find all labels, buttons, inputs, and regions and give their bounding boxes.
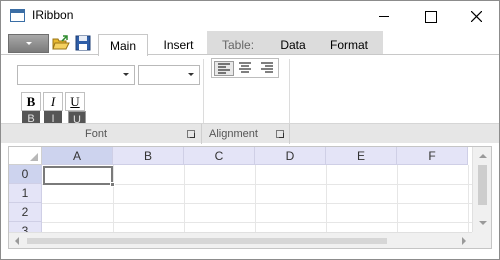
maximize-button[interactable] <box>407 1 453 31</box>
column-header[interactable]: C <box>184 147 255 165</box>
selected-cell[interactable] <box>43 166 113 185</box>
ribbon-panel: B I U B I U Font Alignment <box>1 55 499 144</box>
font-name-combo[interactable] <box>17 65 135 85</box>
underline-button[interactable]: U <box>65 92 85 111</box>
italic-button[interactable]: I <box>43 92 63 111</box>
font-group-label: Font <box>85 128 108 140</box>
row-header[interactable]: 0 <box>9 165 42 184</box>
quick-access-save-button[interactable] <box>74 34 92 52</box>
font-size-combo[interactable] <box>138 65 200 85</box>
contextual-group-label: Table: <box>222 38 255 52</box>
scroll-down-icon[interactable] <box>479 221 487 225</box>
alignment-button-group <box>211 58 279 78</box>
column-header[interactable]: A <box>42 147 113 165</box>
save-disk-icon <box>75 35 91 51</box>
app-window-icon <box>10 9 25 22</box>
spreadsheet-grid[interactable]: A B C D E F 0 1 2 3 <box>8 146 492 249</box>
title-bar[interactable]: IRibbon <box>1 1 499 31</box>
group-label-separator <box>289 124 290 144</box>
tab-format[interactable]: Format <box>319 34 379 55</box>
bold-button[interactable]: B <box>21 92 41 111</box>
font-dialog-launcher-icon[interactable] <box>187 130 195 138</box>
align-center-button[interactable] <box>236 61 256 76</box>
align-left-button[interactable] <box>214 61 234 76</box>
alignment-group-label: Alignment <box>209 128 258 140</box>
folder-open-icon <box>52 35 70 50</box>
column-header[interactable]: E <box>326 147 397 165</box>
align-center-icon <box>239 62 251 73</box>
group-separator <box>289 59 290 123</box>
scrollbar-corner <box>472 232 491 248</box>
tab-insert[interactable]: Insert <box>151 34 206 55</box>
fill-handle[interactable] <box>110 182 115 187</box>
group-separator <box>203 59 204 123</box>
tab-data[interactable]: Data <box>269 34 317 55</box>
vertical-scrollbar[interactable] <box>472 147 491 232</box>
close-button[interactable] <box>453 1 499 31</box>
select-all-corner[interactable] <box>9 147 42 165</box>
quick-access-open-button[interactable] <box>52 34 70 52</box>
align-right-button[interactable] <box>258 61 278 76</box>
row-header[interactable]: 2 <box>9 203 42 222</box>
grid-line <box>42 203 472 204</box>
close-icon <box>471 11 482 22</box>
group-label-separator <box>201 124 202 144</box>
horizontal-scrollbar[interactable] <box>9 232 472 248</box>
alignment-dialog-launcher-icon[interactable] <box>276 130 284 138</box>
application-menu-button[interactable] <box>8 34 49 53</box>
minimize-button[interactable] <box>361 1 407 31</box>
ribbon-tab-row: Main Insert Table: Data Format <box>1 31 499 56</box>
column-header[interactable]: B <box>113 147 184 165</box>
row-header[interactable]: 1 <box>9 184 42 203</box>
horizontal-scroll-thumb[interactable] <box>27 238 387 244</box>
scroll-left-icon[interactable] <box>15 237 19 245</box>
vertical-scroll-thumb[interactable] <box>478 165 487 205</box>
column-header[interactable]: F <box>397 147 468 165</box>
column-header[interactable]: D <box>255 147 326 165</box>
align-right-icon <box>261 62 273 73</box>
ribbon-group-label-bar: Font Alignment <box>1 123 499 144</box>
window: IRibbon Main Insert Table: Data Format B… <box>0 0 500 260</box>
scroll-right-icon[interactable] <box>462 237 466 245</box>
scroll-up-icon[interactable] <box>479 154 487 158</box>
grid-line <box>42 222 472 223</box>
tab-main[interactable]: Main <box>98 34 148 56</box>
window-title: IRibbon <box>32 8 74 22</box>
align-left-icon <box>218 63 230 74</box>
